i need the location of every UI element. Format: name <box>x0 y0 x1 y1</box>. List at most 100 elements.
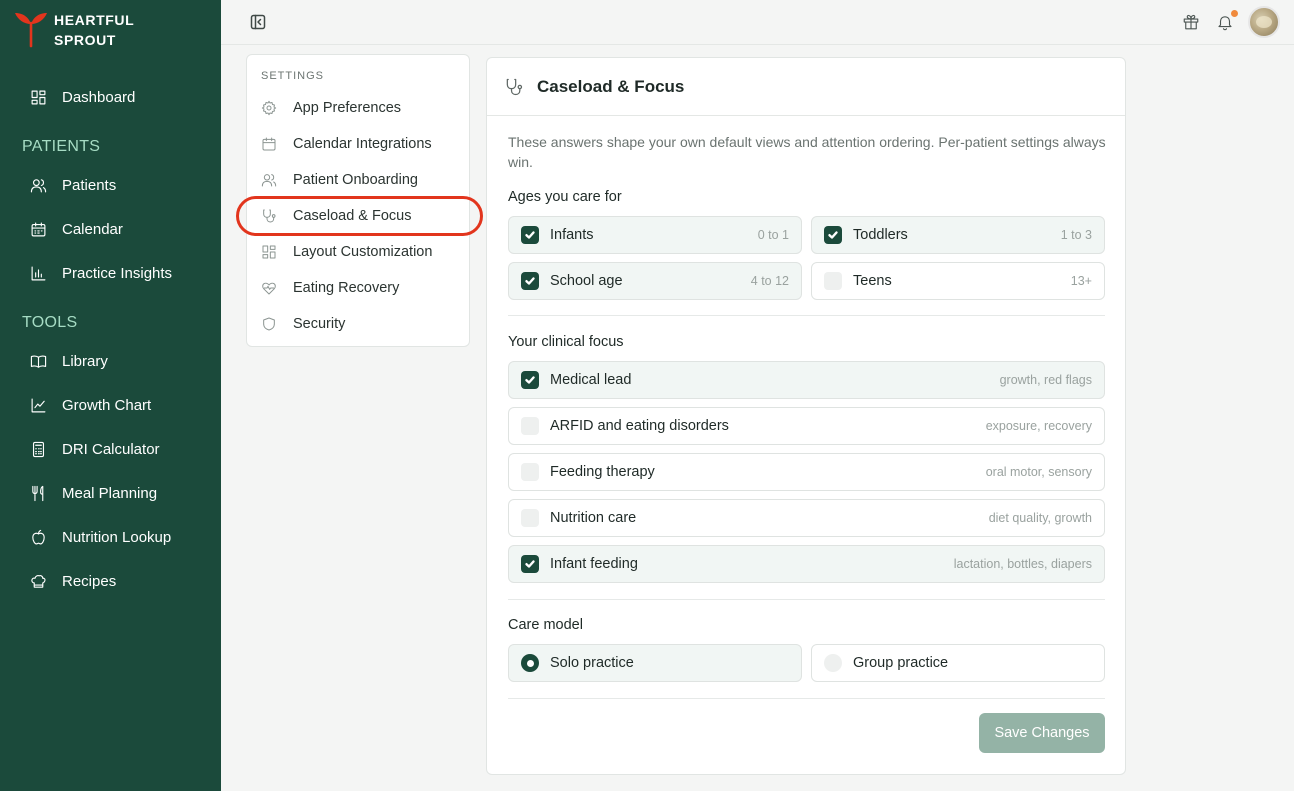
settings-nav: SETTINGS App Preferences Calendar Integr… <box>246 54 470 347</box>
sidebar-item-label: Practice Insights <box>62 265 173 282</box>
settings-item-label: Security <box>293 316 346 332</box>
sidebar-item-nutrition-lookup[interactable]: Nutrition Lookup <box>30 529 171 546</box>
settings-item-calendar-integrations[interactable]: Calendar Integrations <box>261 136 432 152</box>
avatar[interactable] <box>1248 6 1280 38</box>
gear-icon <box>261 100 277 116</box>
focus-option-medical-lead[interactable]: Medical lead growth, red flags <box>508 361 1105 399</box>
age-option-infants[interactable]: Infants 0 to 1 <box>508 216 802 254</box>
heart-pulse-icon <box>262 282 276 295</box>
option-hint: oral motor, sensory <box>985 465 1092 479</box>
ages-label: Ages you care for <box>508 189 622 205</box>
focus-option-arfid[interactable]: ARFID and eating disorders exposure, rec… <box>508 407 1105 445</box>
settings-item-label: Layout Customization <box>293 244 433 260</box>
check-icon <box>525 277 535 285</box>
radio-button[interactable] <box>521 654 539 672</box>
sidebar-item-calendar[interactable]: Calendar <box>30 221 123 238</box>
option-hint: diet quality, growth <box>988 511 1092 525</box>
check-icon <box>525 231 535 239</box>
check-icon <box>525 560 535 568</box>
sidebar-item-label: Calendar <box>62 221 123 238</box>
checkbox[interactable] <box>521 226 539 244</box>
settings-item-label: Eating Recovery <box>293 280 400 296</box>
sidebar-item-label: Growth Chart <box>62 397 152 414</box>
brand[interactable]: HEARTFUL SPROUT <box>14 10 134 50</box>
settings-item-caseload-focus[interactable]: Caseload & Focus <box>261 208 411 224</box>
settings-nav-title: SETTINGS <box>261 70 325 82</box>
caseload-focus-card: Caseload & Focus These answers shape you… <box>486 57 1126 775</box>
line-chart-icon <box>31 398 46 413</box>
sidebar-section-tools: TOOLS <box>22 314 78 331</box>
intro-text: These answers shape your own default vie… <box>508 134 1106 170</box>
save-changes-button[interactable]: Save Changes <box>979 713 1105 753</box>
care-model-group-practice[interactable]: Group practice <box>811 644 1105 682</box>
settings-item-patient-onboarding[interactable]: Patient Onboarding <box>261 172 418 188</box>
settings-item-layout-customization[interactable]: Layout Customization <box>261 244 432 260</box>
focus-option-feeding-therapy[interactable]: Feeding therapy oral motor, sensory <box>508 453 1105 491</box>
focus-option-infant-feeding[interactable]: Infant feeding lactation, bottles, diape… <box>508 545 1105 583</box>
radio-button[interactable] <box>824 654 842 672</box>
sidebar-item-growth-chart[interactable]: Growth Chart <box>30 397 151 414</box>
sidebar-item-practice-insights[interactable]: Practice Insights <box>30 265 172 282</box>
stethoscope-icon <box>263 209 276 223</box>
book-icon <box>30 355 47 368</box>
option-hint: 1 to 3 <box>1060 228 1092 242</box>
radio-dot <box>526 659 534 667</box>
divider <box>508 698 1105 699</box>
checkbox[interactable] <box>521 509 539 527</box>
divider <box>508 599 1105 600</box>
apple-icon <box>32 529 45 545</box>
option-label: Group practice <box>853 655 949 671</box>
sidebar-section-patients: PATIENTS <box>22 138 101 155</box>
sidebar-item-label: Library <box>62 353 108 370</box>
age-option-teens[interactable]: Teens 13+ <box>811 262 1105 300</box>
stethoscope-icon <box>506 78 523 95</box>
care-model-solo-practice[interactable]: Solo practice <box>508 644 802 682</box>
checkbox[interactable] <box>521 272 539 290</box>
sidebar-item-dashboard[interactable]: Dashboard <box>30 89 135 106</box>
sprout-logo-icon <box>15 13 47 48</box>
settings-item-eating-recovery[interactable]: Eating Recovery <box>261 280 399 296</box>
sidebar-item-patients[interactable]: Patients <box>30 177 116 194</box>
page-title: Caseload & Focus <box>537 76 685 96</box>
option-label: Toddlers <box>853 227 908 243</box>
checkbox[interactable] <box>521 417 539 435</box>
focus-option-nutrition-care[interactable]: Nutrition care diet quality, growth <box>508 499 1105 537</box>
settings-item-security[interactable]: Security <box>261 316 345 332</box>
checkbox[interactable] <box>824 226 842 244</box>
checkbox[interactable] <box>824 272 842 290</box>
utensils-icon <box>32 485 44 502</box>
users-icon <box>261 174 277 187</box>
sidebar-collapse-button[interactable] <box>250 14 266 30</box>
option-hint: 0 to 1 <box>757 228 789 242</box>
settings-item-label: App Preferences <box>293 100 402 116</box>
sidebar-collapse-icon <box>250 14 266 30</box>
topbar <box>221 0 1294 45</box>
gift-icon <box>1183 14 1199 30</box>
option-hint: lactation, bottles, diapers <box>953 557 1092 571</box>
age-option-toddlers[interactable]: Toddlers 1 to 3 <box>811 216 1105 254</box>
divider <box>508 315 1105 316</box>
checkbox[interactable] <box>521 555 539 573</box>
shield-icon <box>263 317 275 331</box>
sidebar-item-label: Dashboard <box>62 89 136 106</box>
sidebar-item-dri-calculator[interactable]: DRI Calculator <box>30 441 160 458</box>
settings-item-app-preferences[interactable]: App Preferences <box>261 100 401 116</box>
card-header: Caseload & Focus <box>487 58 1125 116</box>
option-label: Infant feeding <box>550 556 638 572</box>
calendar-icon <box>31 222 46 237</box>
bar-chart-icon <box>31 266 46 281</box>
sidebar-item-meal-planning[interactable]: Meal Planning <box>30 485 157 502</box>
chef-hat-icon <box>31 575 46 588</box>
checkbox[interactable] <box>521 371 539 389</box>
age-option-school-age[interactable]: School age 4 to 12 <box>508 262 802 300</box>
settings-item-label: Calendar Integrations <box>293 136 432 152</box>
notifications-button[interactable] <box>1216 10 1238 31</box>
gift-button[interactable] <box>1182 13 1200 31</box>
option-label: Nutrition care <box>550 510 637 526</box>
sidebar-item-recipes[interactable]: Recipes <box>30 573 116 590</box>
option-label: Infants <box>550 227 594 243</box>
checkbox[interactable] <box>521 463 539 481</box>
option-hint: 13+ <box>1070 274 1092 288</box>
layout-icon <box>262 245 276 259</box>
sidebar-item-library[interactable]: Library <box>30 353 108 370</box>
